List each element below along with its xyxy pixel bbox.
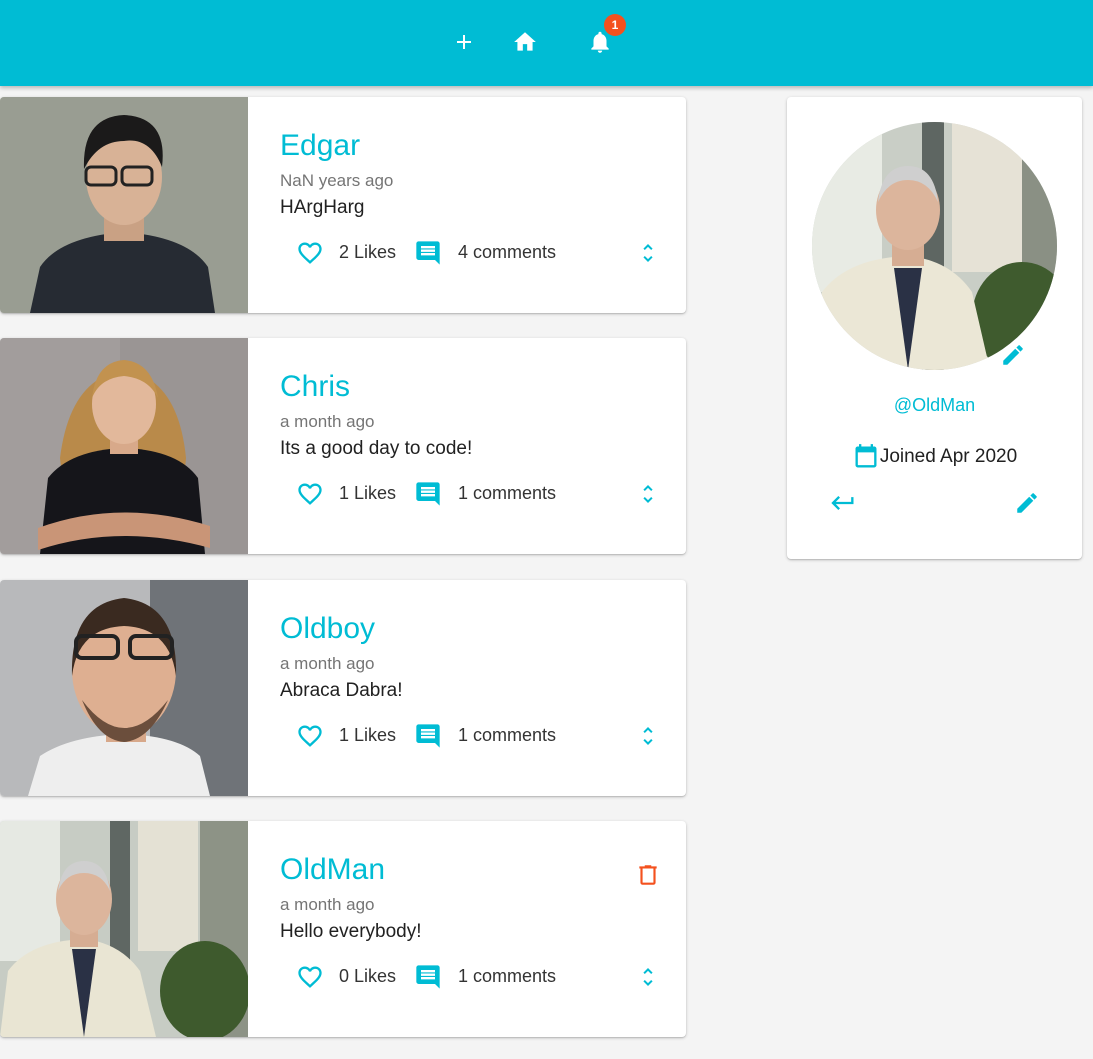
pencil-icon: [1003, 345, 1023, 365]
post-timestamp: a month ago: [280, 412, 375, 431]
post-timestamp: NaN years ago: [280, 171, 394, 190]
comments-count: 1 comments: [458, 725, 557, 745]
like-button[interactable]: [292, 959, 328, 995]
keyboard-return-icon: [831, 496, 854, 510]
expand-button[interactable]: [630, 476, 666, 512]
post-card: Oldboy a month ago Abraca Dabra! 1 Likes…: [0, 580, 686, 796]
edit-profile-button[interactable]: [1009, 487, 1045, 519]
notification-badge: 1: [604, 14, 626, 36]
add-post-button[interactable]: [444, 22, 484, 62]
expand-button[interactable]: [630, 235, 666, 271]
app-bar: 1: [0, 0, 1093, 86]
likes-count: 1 Likes: [339, 725, 397, 745]
unfold-more-icon: [643, 244, 653, 262]
post-timestamp: a month ago: [280, 895, 375, 914]
likes-count: 1 Likes: [339, 483, 397, 503]
unfold-more-icon: [643, 727, 653, 745]
post-username-link[interactable]: OldMan: [280, 853, 385, 887]
pencil-icon: [1017, 493, 1037, 513]
profile-card: @OldMan Joined Apr 2020: [787, 97, 1082, 559]
comment-icon: [416, 482, 440, 506]
comments-count: 1 comments: [458, 483, 557, 503]
profile-joined: Joined Apr 2020: [787, 443, 1082, 471]
expand-button[interactable]: [630, 959, 666, 995]
post-card: Chris a month ago Its a good day to code…: [0, 338, 686, 554]
post-body: HArgHarg: [280, 197, 365, 218]
post-body: Abraca Dabra!: [280, 680, 403, 701]
comments-button[interactable]: [410, 235, 446, 271]
comments-count: 1 comments: [458, 966, 557, 986]
comments-button[interactable]: [410, 718, 446, 754]
post-actions: 1 Likes 1 comments: [292, 718, 672, 754]
heart-outline-icon: [298, 483, 322, 505]
post-username-link[interactable]: Oldboy: [280, 612, 375, 646]
delete-post-button[interactable]: [630, 857, 666, 893]
notifications-button[interactable]: 1: [580, 14, 626, 62]
post-actions: 0 Likes 1 comments: [292, 959, 672, 995]
comment-icon: [416, 241, 440, 265]
profile-handle-link[interactable]: @OldMan: [787, 395, 1082, 416]
profile-avatar: [812, 122, 1057, 370]
post-timestamp: a month ago: [280, 654, 375, 673]
like-button[interactable]: [292, 718, 328, 754]
post-actions: 2 Likes 4 comments: [292, 235, 672, 271]
comment-icon: [416, 724, 440, 748]
post-username-link[interactable]: Chris: [280, 370, 350, 404]
unfold-more-icon: [643, 968, 653, 986]
logout-button[interactable]: [825, 487, 861, 519]
like-button[interactable]: [292, 235, 328, 271]
calendar-icon: [855, 444, 877, 468]
post-card: Edgar NaN years ago HArgHarg 2 Likes 4 c…: [0, 97, 686, 313]
comments-count: 4 comments: [458, 242, 557, 262]
likes-count: 0 Likes: [339, 966, 397, 986]
comments-button[interactable]: [410, 476, 446, 512]
add-icon: [457, 35, 471, 49]
edit-avatar-button[interactable]: [997, 339, 1029, 371]
expand-button[interactable]: [630, 718, 666, 754]
post-user-image: [0, 580, 248, 796]
joined-date: Joined Apr 2020: [879, 446, 1018, 467]
post-actions: 1 Likes 1 comments: [292, 476, 672, 512]
heart-outline-icon: [298, 725, 322, 747]
unfold-more-icon: [643, 485, 653, 503]
post-user-image: [0, 338, 248, 554]
post-card: OldMan a month ago Hello everybody! 0 Li…: [0, 821, 686, 1037]
trash-icon: [639, 865, 657, 885]
post-user-image: [0, 97, 248, 313]
comment-icon: [416, 965, 440, 989]
post-username-link[interactable]: Edgar: [280, 129, 360, 163]
comments-button[interactable]: [410, 959, 446, 995]
home-button[interactable]: [505, 22, 545, 62]
home-icon: [514, 32, 536, 51]
like-button[interactable]: [292, 476, 328, 512]
heart-outline-icon: [298, 242, 322, 264]
heart-outline-icon: [298, 966, 322, 988]
likes-count: 2 Likes: [339, 242, 397, 262]
post-body: Hello everybody!: [280, 921, 422, 942]
post-user-image: [0, 821, 248, 1037]
post-body: Its a good day to code!: [280, 438, 473, 459]
